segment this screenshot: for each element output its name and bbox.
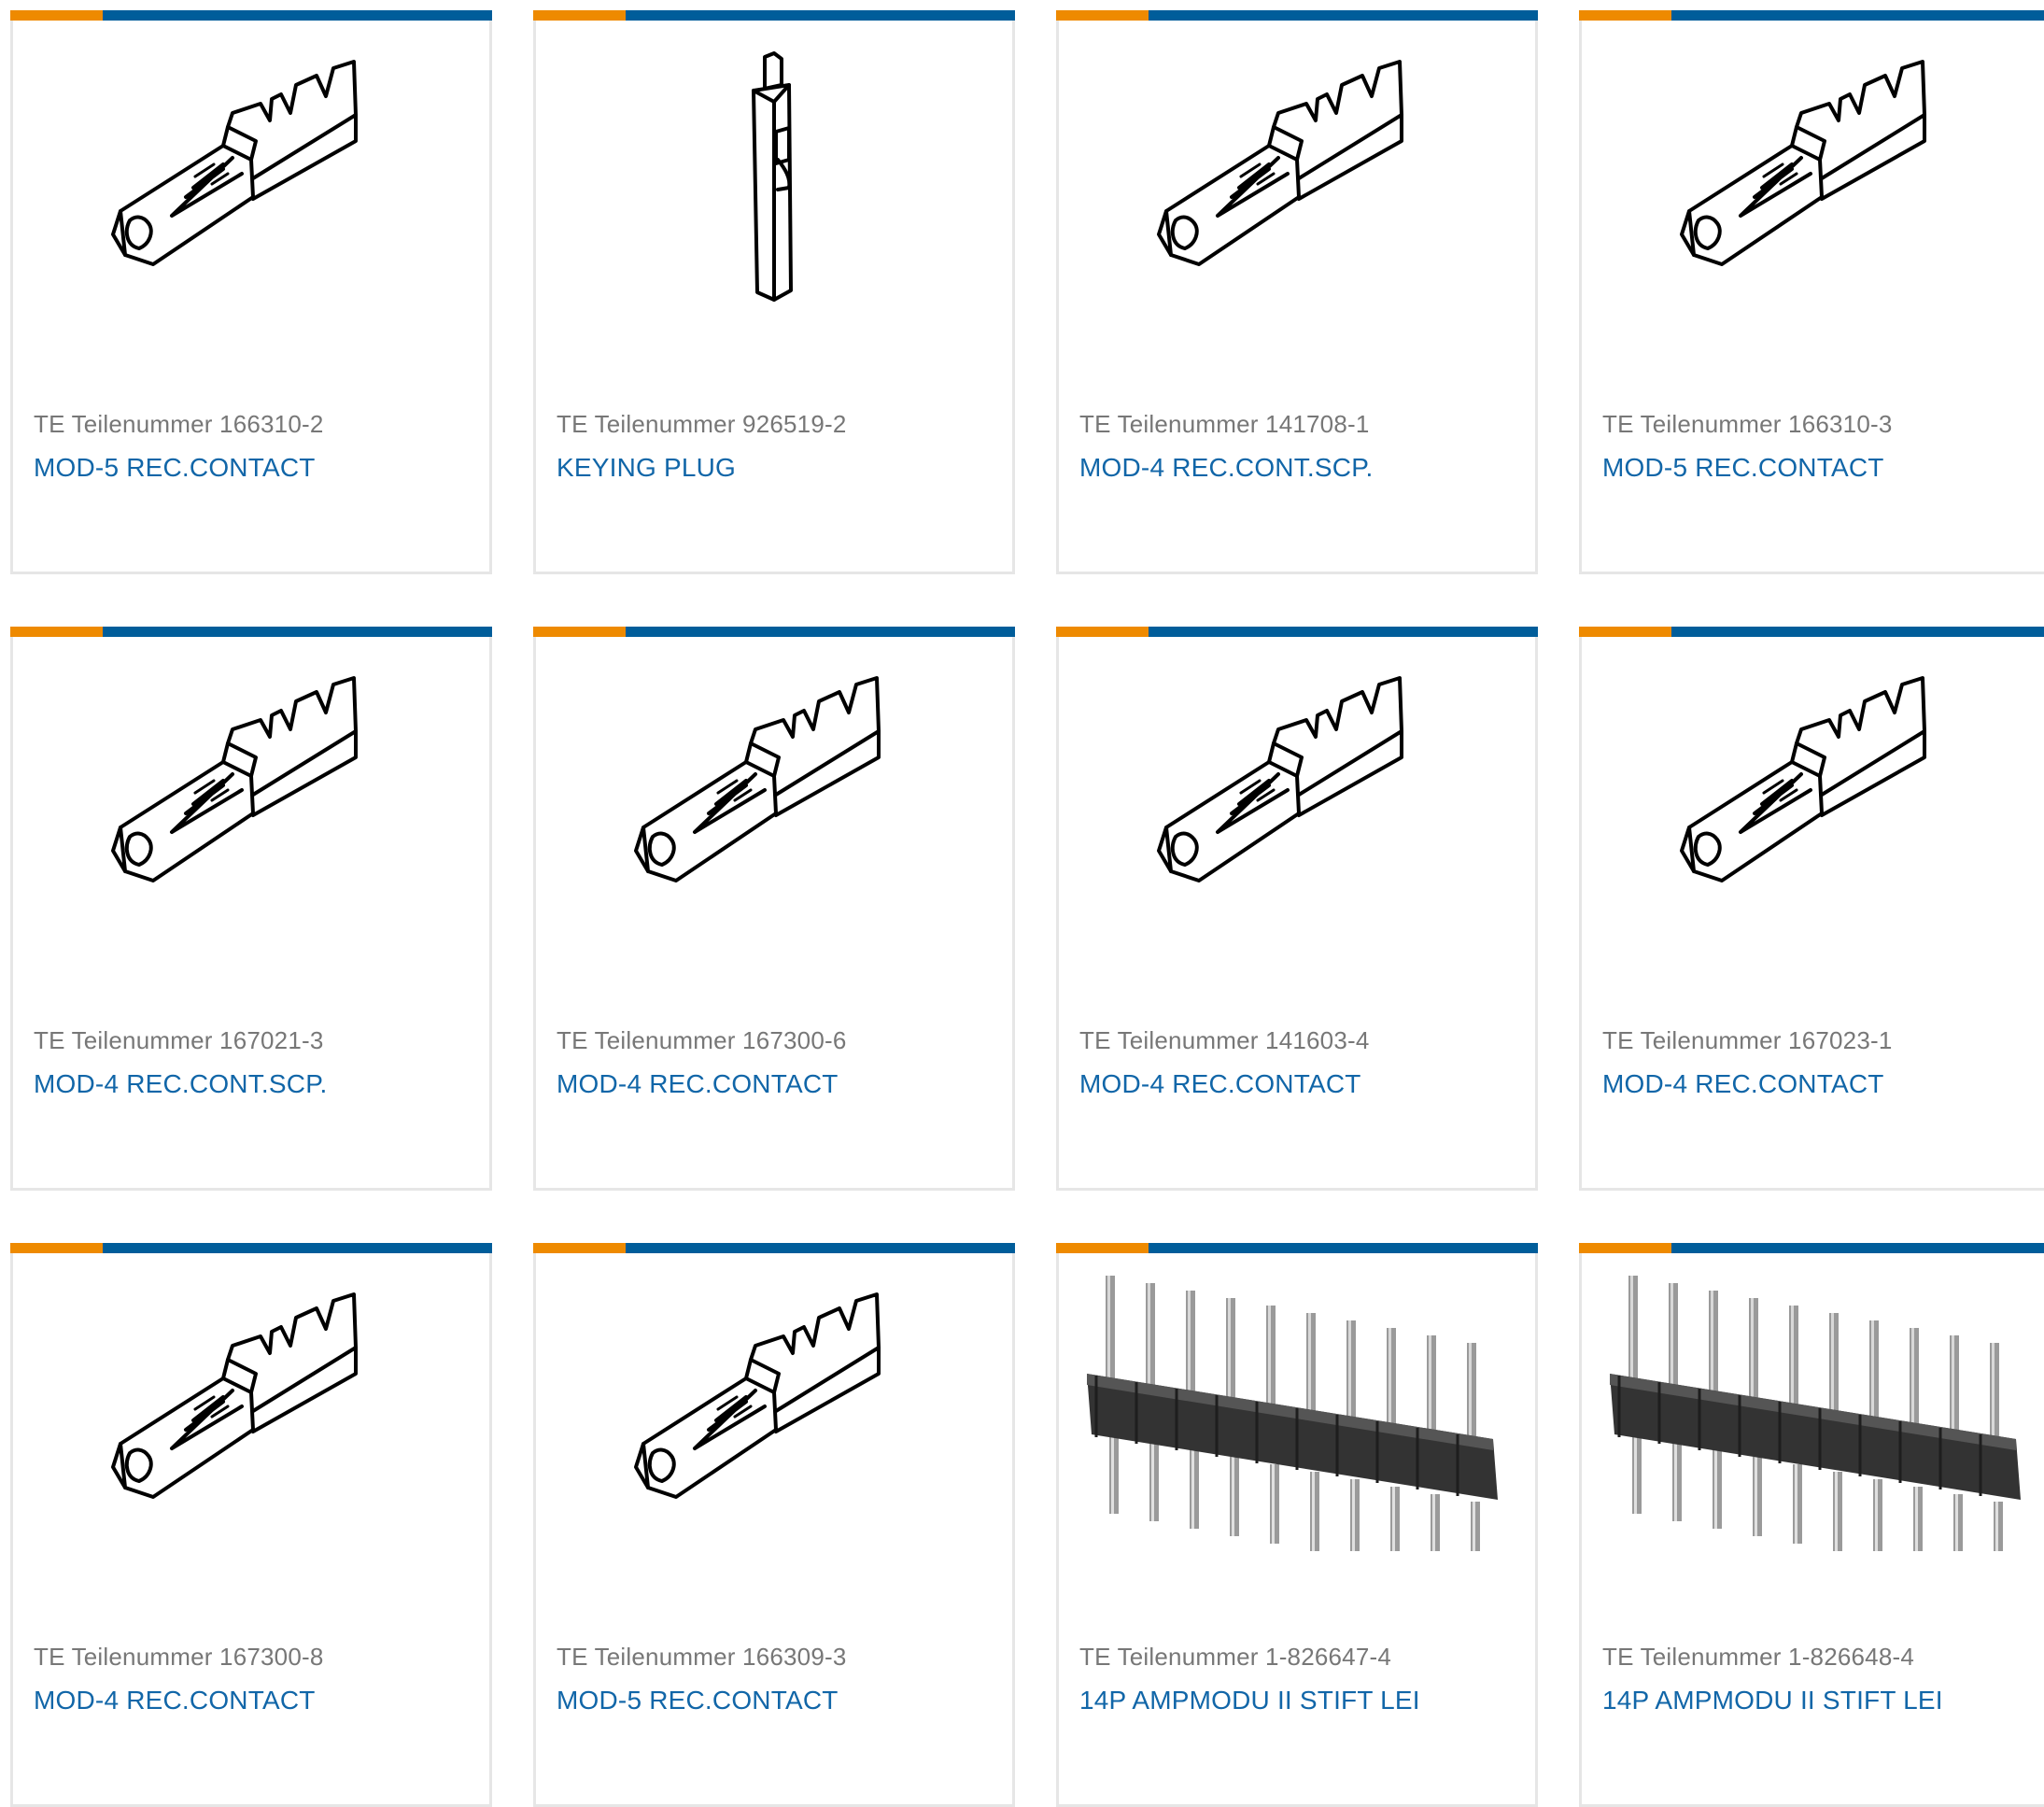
product-grid: TE Teilenummer 166310-2 MOD-5 REC.CONTAC… <box>0 0 2044 1807</box>
product-image[interactable] <box>1600 1262 2039 1560</box>
card-accent-bar <box>1579 10 1671 21</box>
card-top-bar <box>1579 1243 2044 1253</box>
card-accent-bar <box>1579 627 1671 637</box>
card-top-bar <box>533 627 1015 637</box>
product-card[interactable]: TE Teilenummer 141708-1 MOD-4 REC.CONT.S… <box>1056 10 1538 574</box>
receptacle-contact-icon <box>83 664 419 925</box>
product-description-link[interactable]: MOD-5 REC.CONTACT <box>1602 453 1884 483</box>
receptacle-contact-icon <box>1129 48 1465 309</box>
keying-plug-icon <box>737 48 811 309</box>
card-top-bar <box>1579 10 2044 21</box>
product-description-link[interactable]: MOD-4 REC.CONTACT <box>557 1069 839 1099</box>
product-card[interactable]: TE Teilenummer 167021-3 MOD-4 REC.CONT.S… <box>10 627 492 1191</box>
product-image[interactable] <box>555 29 994 328</box>
part-number: TE Teilenummer 167300-8 <box>34 1643 324 1671</box>
card-accent-bar <box>10 10 103 21</box>
receptacle-contact-icon <box>1652 664 1988 925</box>
part-number: TE Teilenummer 166310-3 <box>1602 410 1893 438</box>
card-accent-bar <box>533 1243 626 1253</box>
receptacle-contact-icon <box>1652 48 1988 309</box>
card-top-bar <box>1056 10 1538 21</box>
card-accent-bar <box>1056 10 1149 21</box>
card-top-bar <box>10 10 492 21</box>
receptacle-contact-icon <box>83 48 419 309</box>
product-card[interactable]: TE Teilenummer 166309-3 MOD-5 REC.CONTAC… <box>533 1243 1015 1807</box>
card-accent-bar <box>1056 627 1149 637</box>
product-description-link[interactable]: 14P AMPMODU II STIFT LEI <box>1602 1686 1943 1715</box>
product-card[interactable]: TE Teilenummer 167300-6 MOD-4 REC.CONTAC… <box>533 627 1015 1191</box>
product-description-link[interactable]: MOD-4 REC.CONTACT <box>34 1686 316 1715</box>
product-image[interactable] <box>555 1262 994 1560</box>
part-number: TE Teilenummer 167023-1 <box>1602 1026 1893 1054</box>
product-card[interactable]: TE Teilenummer 141603-4 MOD-4 REC.CONTAC… <box>1056 627 1538 1191</box>
part-number: TE Teilenummer 167021-3 <box>34 1026 324 1054</box>
pin-header-icon <box>1078 1271 1516 1551</box>
product-image[interactable] <box>1078 1262 1516 1560</box>
part-number: TE Teilenummer 926519-2 <box>557 410 847 438</box>
product-description-link[interactable]: MOD-5 REC.CONTACT <box>557 1686 839 1715</box>
card-accent-bar <box>533 627 626 637</box>
part-number: TE Teilenummer 166310-2 <box>34 410 324 438</box>
product-card[interactable]: TE Teilenummer 166310-2 MOD-5 REC.CONTAC… <box>10 10 492 574</box>
part-number: TE Teilenummer 1-826647-4 <box>1079 1643 1392 1671</box>
pin-header-icon <box>1600 1271 2039 1551</box>
product-description-link[interactable]: KEYING PLUG <box>557 453 736 483</box>
receptacle-contact-icon <box>606 1280 942 1542</box>
product-image[interactable] <box>32 1262 471 1560</box>
card-top-bar <box>533 1243 1015 1253</box>
product-card[interactable]: TE Teilenummer 1-826648-4 14P AMPMODU II… <box>1579 1243 2044 1807</box>
receptacle-contact-icon <box>1129 664 1465 925</box>
product-card[interactable]: TE Teilenummer 166310-3 MOD-5 REC.CONTAC… <box>1579 10 2044 574</box>
product-card[interactable]: TE Teilenummer 1-826647-4 14P AMPMODU II… <box>1056 1243 1538 1807</box>
part-number: TE Teilenummer 1-826648-4 <box>1602 1643 1915 1671</box>
part-number: TE Teilenummer 141708-1 <box>1079 410 1370 438</box>
card-top-bar <box>1056 627 1538 637</box>
receptacle-contact-icon <box>606 664 942 925</box>
part-number: TE Teilenummer 141603-4 <box>1079 1026 1370 1054</box>
product-image[interactable] <box>32 29 471 328</box>
product-description-link[interactable]: MOD-4 REC.CONTACT <box>1079 1069 1361 1099</box>
product-description-link[interactable]: MOD-4 REC.CONT.SCP. <box>34 1069 327 1099</box>
card-accent-bar <box>1056 1243 1149 1253</box>
product-image[interactable] <box>32 645 471 944</box>
card-top-bar <box>1579 627 2044 637</box>
product-card[interactable]: TE Teilenummer 926519-2 KEYING PLUG <box>533 10 1015 574</box>
product-description-link[interactable]: MOD-5 REC.CONTACT <box>34 453 316 483</box>
part-number: TE Teilenummer 166309-3 <box>557 1643 847 1671</box>
card-accent-bar <box>1579 1243 1671 1253</box>
product-image[interactable] <box>1078 29 1516 328</box>
product-image[interactable] <box>1078 645 1516 944</box>
product-card[interactable]: TE Teilenummer 167023-1 MOD-4 REC.CONTAC… <box>1579 627 2044 1191</box>
product-image[interactable] <box>1600 29 2039 328</box>
card-accent-bar <box>10 1243 103 1253</box>
product-image[interactable] <box>555 645 994 944</box>
part-number: TE Teilenummer 167300-6 <box>557 1026 847 1054</box>
product-description-link[interactable]: MOD-4 REC.CONT.SCP. <box>1079 453 1373 483</box>
card-top-bar <box>10 627 492 637</box>
product-card[interactable]: TE Teilenummer 167300-8 MOD-4 REC.CONTAC… <box>10 1243 492 1807</box>
card-top-bar <box>533 10 1015 21</box>
card-accent-bar <box>10 627 103 637</box>
card-accent-bar <box>533 10 626 21</box>
receptacle-contact-icon <box>83 1280 419 1542</box>
product-description-link[interactable]: 14P AMPMODU II STIFT LEI <box>1079 1686 1420 1715</box>
card-top-bar <box>1056 1243 1538 1253</box>
product-image[interactable] <box>1600 645 2039 944</box>
card-top-bar <box>10 1243 492 1253</box>
product-description-link[interactable]: MOD-4 REC.CONTACT <box>1602 1069 1884 1099</box>
